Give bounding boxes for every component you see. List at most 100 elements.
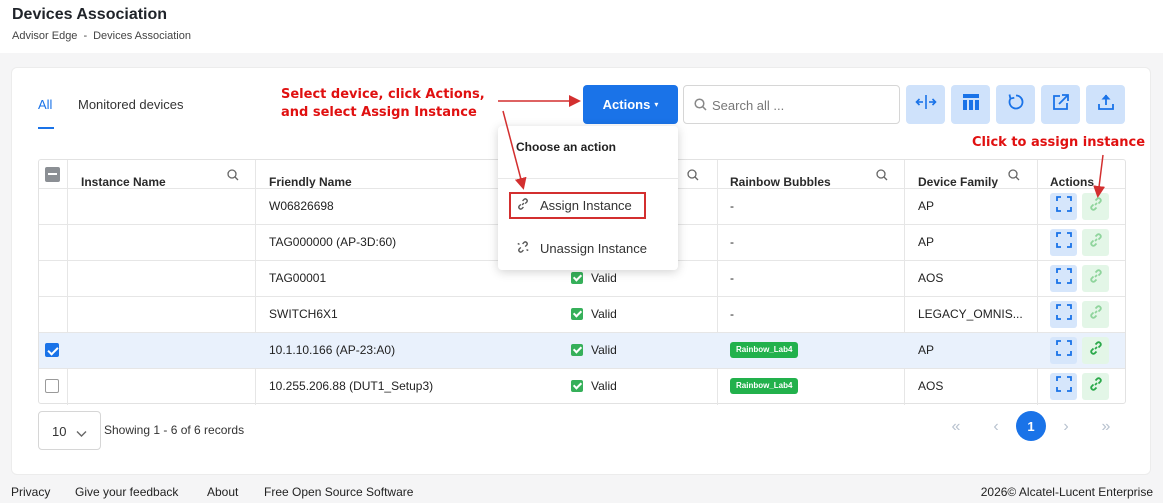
assign-instance-button[interactable] [1082,229,1109,256]
rainbow-bubble-cell: - [730,199,734,213]
open-external-icon [1052,93,1070,116]
page-title: Devices Association [12,6,168,23]
rainbow-bubble-cell: - [730,307,734,321]
expand-button[interactable] [1050,337,1077,364]
column-header-rainbow-bubbles[interactable]: Rainbow Bubbles [730,175,831,189]
refresh-button[interactable] [996,85,1035,124]
column-search-icon[interactable] [876,168,888,186]
unlink-icon [516,240,530,257]
tab-all[interactable]: All [38,97,52,112]
check-icon [571,380,583,392]
breadcrumb-item-advisor-edge[interactable]: Advisor Edge [12,30,77,42]
assign-instance-button[interactable] [1082,373,1109,400]
check-icon [571,344,583,356]
assign-instance-button[interactable] [1082,265,1109,292]
footer-link-privacy[interactable]: Privacy [11,485,50,499]
device-family-cell: AP [918,235,935,249]
rainbow-bubble-badge: Rainbow_Lab4 [730,342,799,358]
table-row[interactable]: 10.255.206.88 (DUT1_Setup3) Valid Rainbo… [39,368,1125,404]
check-icon [571,308,583,320]
search-input[interactable] [712,95,892,115]
footer-link-feedback[interactable]: Give your feedback [75,485,178,499]
page-header: Devices Association Advisor Edge - Devices… [0,0,1163,53]
expand-icon [1055,340,1072,361]
active-tab-indicator [38,127,54,129]
caret-down-icon: ▾ [654,100,659,109]
resize-columns-button[interactable] [906,85,945,124]
column-header-device-family[interactable]: Device Family [918,175,998,189]
actions-button-label: Actions [602,97,651,112]
prev-page-icon[interactable]: ‹ [985,416,1007,438]
status-cell: Valid [571,271,617,285]
first-page-icon[interactable]: « [945,416,967,438]
table-layout-icon [962,93,980,116]
assign-instance-button[interactable] [1082,337,1109,364]
copyright-text: 2026© Alcatel-Lucent Enterprise [980,485,1153,499]
expand-icon [1055,268,1072,289]
column-header-instance-name[interactable]: Instance Name [81,175,166,189]
expand-icon [1055,196,1072,217]
expand-icon [1055,304,1072,325]
expand-icon [1055,376,1072,397]
annotation-instructions: Select device, click Actions, and select… [281,86,485,122]
rainbow-bubble-badge: Rainbow_Lab4 [730,378,799,394]
link-icon [1088,340,1104,361]
status-cell: Valid [571,343,617,357]
expand-button[interactable] [1050,265,1077,292]
table-row[interactable]: 10.1.10.166 (AP-23:A0) Valid Rainbow_Lab… [39,332,1125,368]
status-text: Valid [591,379,617,393]
breadcrumb-item-current: Devices Association [93,30,191,42]
friendly-name-cell: TAG00001 [269,271,327,285]
assign-instance-button[interactable] [1082,193,1109,220]
status-text: Valid [591,343,617,357]
check-icon [571,272,583,284]
row-checkbox[interactable] [45,379,59,393]
device-family-cell: AOS [918,379,944,393]
menu-item-label: Unassign Instance [540,241,647,256]
page-button-current[interactable]: 1 [1016,411,1046,441]
column-search-icon[interactable] [227,168,239,186]
link-icon [1088,196,1104,217]
annotation-line: Select device, click Actions, [281,87,485,102]
breadcrumb: Advisor Edge - Devices Association [12,30,191,42]
resize-columns-icon [914,94,937,115]
select-all-checkbox[interactable] [45,167,60,182]
search-box[interactable] [683,85,900,124]
footer-link-about[interactable]: About [207,485,238,499]
assign-instance-button[interactable] [1082,301,1109,328]
friendly-name-cell: W06826698 [269,199,334,213]
column-header-friendly-name[interactable]: Friendly Name [269,175,352,189]
friendly-name-cell: 10.1.10.166 (AP-23:A0) [269,343,396,357]
status-text: Valid [591,307,617,321]
friendly-name-cell: SWITCH6X1 [269,307,338,321]
status-cell: Valid [571,379,617,393]
divider [498,178,678,179]
menu-item-unassign-instance[interactable]: Unassign Instance [516,240,647,257]
actions-button[interactable]: Actions ▾ [583,85,678,124]
table-layout-button[interactable] [951,85,990,124]
upload-button[interactable] [1086,85,1125,124]
page-size-select[interactable]: 10 [38,411,101,450]
rainbow-bubble-cell: - [730,235,734,249]
refresh-icon [1007,93,1025,116]
link-icon [1088,376,1104,397]
row-checkbox[interactable] [45,343,59,357]
expand-icon [1055,232,1072,253]
open-external-button[interactable] [1041,85,1080,124]
friendly-name-cell: 10.255.206.88 (DUT1_Setup3) [269,379,434,393]
last-page-icon[interactable]: » [1095,416,1117,438]
column-search-icon[interactable] [687,168,699,186]
device-family-cell: AP [918,343,935,357]
expand-button[interactable] [1050,229,1077,256]
device-family-cell: AP [918,199,935,213]
link-icon [1088,232,1104,253]
table-row[interactable]: SWITCH6X1 Valid - LEGACY_OMNIS... [39,296,1125,332]
column-search-icon[interactable] [1008,168,1020,186]
tab-monitored-devices[interactable]: Monitored devices [78,97,184,112]
expand-button[interactable] [1050,373,1077,400]
expand-button[interactable] [1050,301,1077,328]
next-page-icon[interactable]: › [1055,416,1077,438]
device-family-cell: LEGACY_OMNIS... [918,307,1023,321]
footer-link-open-source[interactable]: Free Open Source Software [264,485,413,499]
expand-button[interactable] [1050,193,1077,220]
